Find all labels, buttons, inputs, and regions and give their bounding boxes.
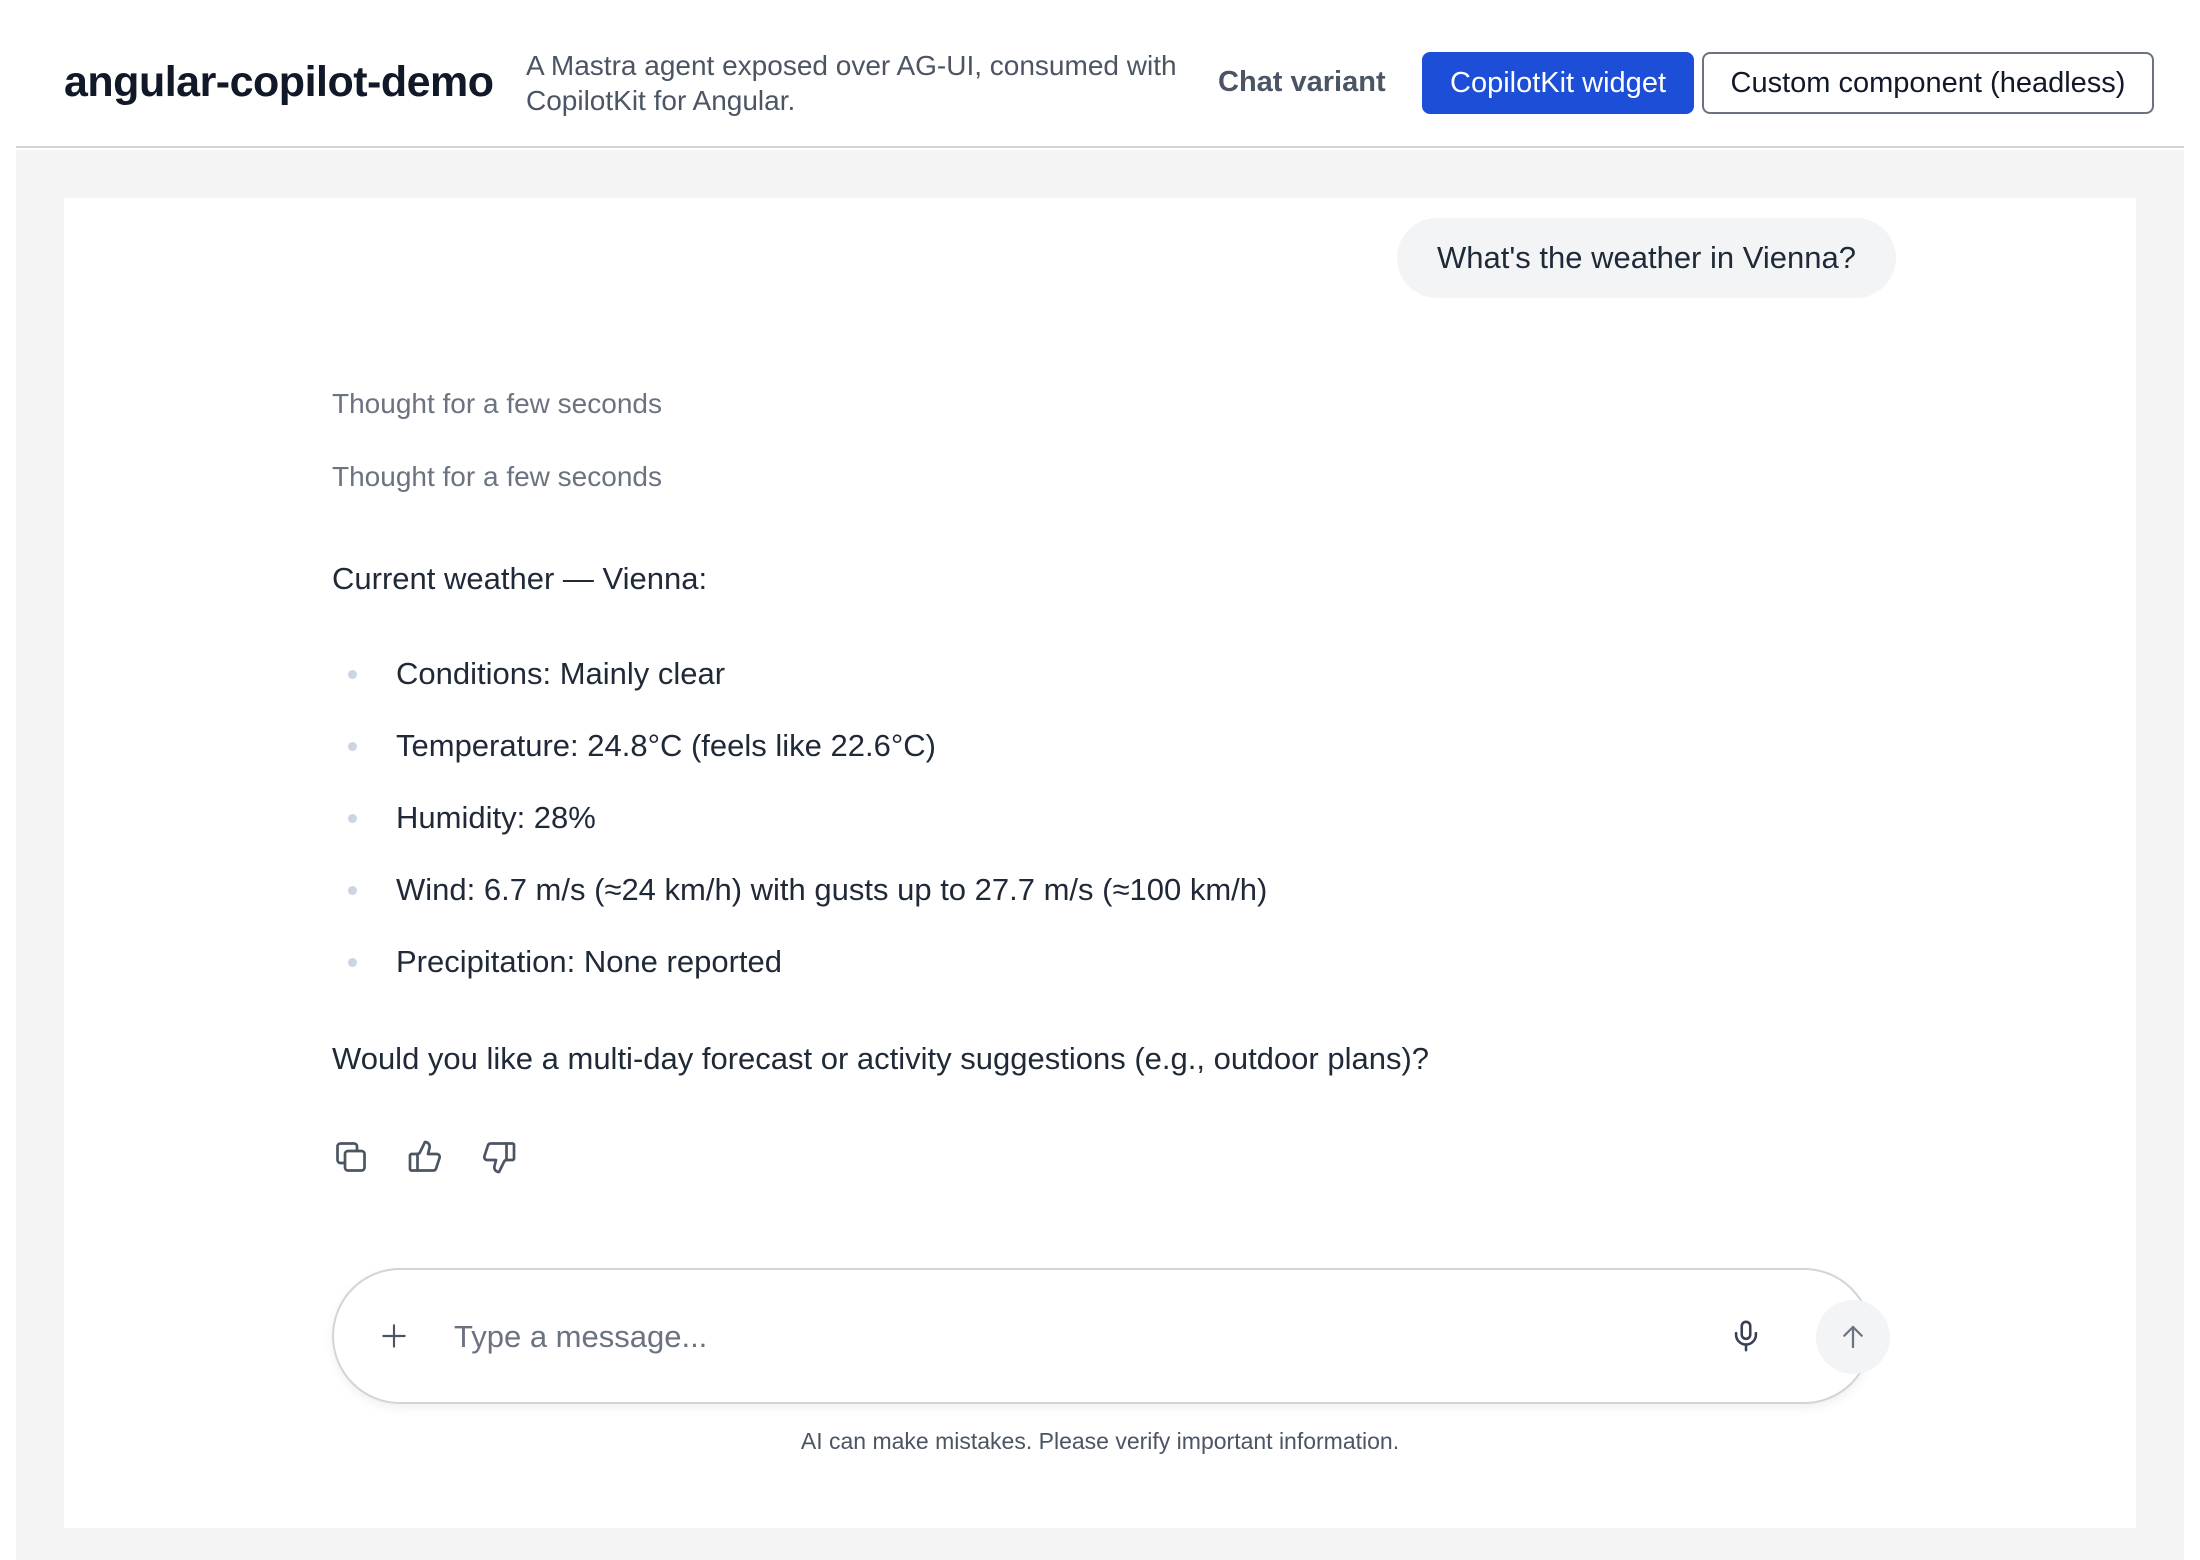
app-title: angular-copilot-demo (64, 58, 494, 106)
thought-indicator[interactable]: Thought for a few seconds (332, 461, 662, 493)
top-bar: angular-copilot-demo A Mastra agent expo… (16, 0, 2184, 148)
bullet-dot (348, 886, 357, 895)
user-message-bubble: What's the weather in Vienna? (1397, 218, 1896, 298)
message-composer (332, 1268, 1890, 1404)
app-window: angular-copilot-demo A Mastra agent expo… (0, 0, 2200, 1560)
main-stage: What's the weather in Vienna? Thought fo… (16, 150, 2184, 1560)
list-item: Conditions: Mainly clear (332, 638, 1267, 710)
bullet-dot (348, 814, 357, 823)
send-button[interactable] (1816, 1300, 1890, 1374)
chat-variant-label: Chat variant (1218, 66, 1386, 98)
app-subtitle: A Mastra agent exposed over AG-UI, consu… (526, 50, 1177, 116)
list-item-text: Wind: 6.7 m/s (≈24 km/h) with gusts up t… (396, 872, 1268, 907)
assistant-followup: Would you like a multi-day forecast or a… (332, 1041, 1430, 1076)
list-item: Precipitation: None reported (332, 926, 1267, 998)
plus-icon[interactable] (374, 1316, 414, 1356)
thought-indicator[interactable]: Thought for a few seconds (332, 388, 662, 420)
bullet-dot (348, 742, 357, 751)
message-input[interactable] (452, 1306, 1556, 1368)
list-item: Temperature: 24.8°C (feels like 22.6°C) (332, 710, 1267, 782)
list-item-text: Humidity: 28% (396, 800, 596, 835)
thumbs-up-icon[interactable] (406, 1138, 444, 1176)
chat-panel: What's the weather in Vienna? Thought fo… (64, 198, 2136, 1528)
list-item-text: Conditions: Mainly clear (396, 656, 726, 691)
ai-disclaimer: AI can make mistakes. Please verify impo… (800, 1428, 1400, 1454)
weather-details-list: Conditions: Mainly clear Temperature: 24… (332, 638, 1267, 998)
copilotkit-widget-button[interactable]: CopilotKit widget (1422, 52, 1694, 114)
bullet-dot (348, 670, 357, 679)
microphone-icon[interactable] (1724, 1314, 1768, 1358)
message-actions (332, 1138, 518, 1176)
thumbs-down-icon[interactable] (480, 1138, 518, 1176)
list-item: Wind: 6.7 m/s (≈24 km/h) with gusts up t… (332, 854, 1267, 926)
list-item-text: Temperature: 24.8°C (feels like 22.6°C) (396, 728, 936, 763)
copy-icon[interactable] (332, 1138, 370, 1176)
arrow-up-icon (1843, 1325, 1863, 1349)
list-item-text: Precipitation: None reported (396, 944, 783, 979)
assistant-intro: Current weather — Vienna: (332, 561, 708, 596)
bullet-dot (348, 958, 357, 967)
custom-component-button[interactable]: Custom component (headless) (1702, 52, 2154, 114)
list-item: Humidity: 28% (332, 782, 1267, 854)
